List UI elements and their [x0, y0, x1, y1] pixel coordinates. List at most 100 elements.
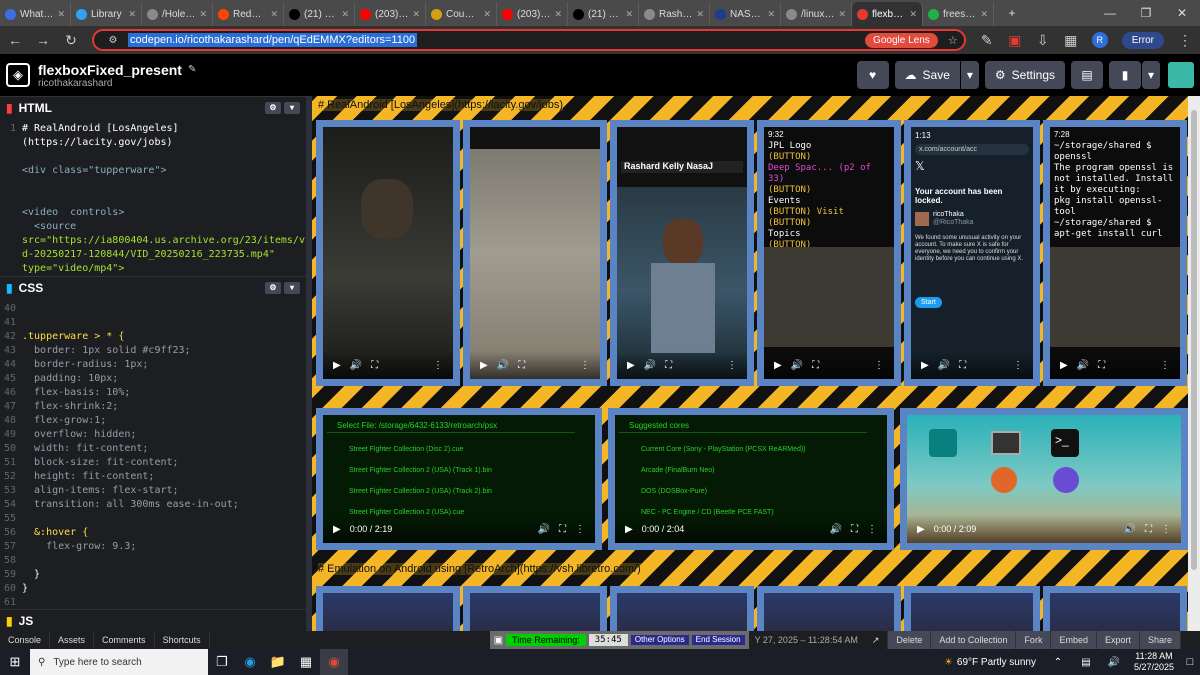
- fullscreen-icon[interactable]: ⛶: [518, 360, 525, 371]
- video-player[interactable]: ▶ 🔊 ⛶ ⋮: [463, 120, 607, 386]
- restore-icon[interactable]: ❐: [1128, 0, 1164, 26]
- video-player[interactable]: Suggested cores Current Core (Sony - Pla…: [608, 408, 894, 550]
- browser-tab[interactable]: (203) Lea✕: [355, 2, 426, 26]
- video-player[interactable]: 9:32 JPL Logo (BUTTON) Deep Spac... (p2 of…: [757, 120, 901, 386]
- network-icon[interactable]: ▤: [1072, 649, 1100, 675]
- volume-icon[interactable]: 🔊: [350, 360, 362, 371]
- fullscreen-icon[interactable]: ⛶: [371, 360, 378, 371]
- console-button[interactable]: Console: [0, 631, 51, 649]
- js-editor-title[interactable]: JS: [19, 614, 34, 628]
- fullscreen-icon[interactable]: ⛶: [559, 524, 566, 535]
- editor-settings-icon[interactable]: ⚙: [265, 281, 281, 294]
- layout-icon[interactable]: ▤: [1071, 61, 1103, 89]
- video-player[interactable]: [904, 586, 1040, 631]
- tab-close-icon[interactable]: ✕: [199, 9, 207, 20]
- embed-button[interactable]: Embed: [1051, 631, 1097, 649]
- error-button[interactable]: Error: [1121, 31, 1164, 49]
- tab-close-icon[interactable]: ✕: [270, 9, 278, 20]
- video-player[interactable]: [610, 586, 754, 631]
- windows-start-icon[interactable]: ⊞: [0, 649, 30, 675]
- add-to-collection-button[interactable]: Add to Collection: [931, 631, 1017, 649]
- downloads-icon[interactable]: ⇩: [1036, 32, 1050, 49]
- html-code-area[interactable]: 1 # RealAndroid [LosAngeles] (https://laci…: [0, 118, 306, 276]
- video-player[interactable]: [1043, 586, 1187, 631]
- minimize-icon[interactable]: —: [1092, 0, 1128, 26]
- tab-close-icon[interactable]: ✕: [483, 9, 491, 20]
- browser-tab[interactable]: Rashard✕: [639, 2, 710, 26]
- screen-capture-icon[interactable]: ▣: [1008, 32, 1022, 49]
- volume-icon[interactable]: 🔊: [1124, 524, 1136, 535]
- video-player[interactable]: 7:28 ~/storage/shared $ openssl The progr…: [1043, 120, 1187, 386]
- css-editor-title[interactable]: CSS: [19, 281, 44, 295]
- volume-icon[interactable]: 🔊: [830, 524, 842, 535]
- more-options-icon[interactable]: ⋮: [874, 360, 884, 371]
- tab-close-icon[interactable]: ✕: [838, 9, 846, 20]
- open-external-icon[interactable]: ↗: [864, 631, 889, 649]
- close-window-icon[interactable]: ✕: [1164, 0, 1200, 26]
- play-icon[interactable]: ▶: [1060, 360, 1068, 371]
- browser-tab[interactable]: Council a✕: [426, 2, 497, 26]
- more-options-icon[interactable]: ⋮: [580, 360, 590, 371]
- end-session-button[interactable]: End Session: [691, 635, 745, 645]
- sidebar-icon[interactable]: ▦: [1064, 32, 1078, 49]
- reload-icon[interactable]: ↻: [64, 32, 78, 49]
- pen-author[interactable]: ricothakarashard: [38, 78, 196, 89]
- other-options-button[interactable]: Other Options: [630, 635, 689, 645]
- play-icon[interactable]: ▶: [333, 524, 341, 535]
- volume-icon[interactable]: 🔊: [538, 524, 550, 535]
- volume-icon[interactable]: 🔊: [1100, 649, 1128, 675]
- browser-tab[interactable]: (21) Bubl✕: [568, 2, 639, 26]
- save-dropdown-icon[interactable]: ▾: [960, 61, 979, 89]
- url-field[interactable]: ⚙ codepen.io/ricothakarashard/pen/qEdEMM…: [92, 29, 966, 51]
- video-player[interactable]: [316, 586, 460, 631]
- tab-close-icon[interactable]: ✕: [980, 9, 988, 20]
- delete-button[interactable]: Delete: [888, 631, 932, 649]
- back-icon[interactable]: ←: [8, 32, 22, 48]
- new-tab-button[interactable]: +: [994, 0, 1030, 26]
- play-icon[interactable]: ▶: [921, 360, 929, 371]
- fullscreen-icon[interactable]: ⛶: [1098, 360, 1105, 371]
- taskbar-clock[interactable]: 11:28 AM 5/27/2025: [1128, 651, 1180, 673]
- more-options-icon[interactable]: ⋮: [867, 524, 877, 535]
- more-options-icon[interactable]: ⋮: [433, 360, 443, 371]
- play-icon[interactable]: ▶: [480, 360, 488, 371]
- tab-close-icon[interactable]: ✕: [625, 9, 633, 20]
- shortcuts-button[interactable]: Shortcuts: [155, 631, 210, 649]
- tray-chevron-icon[interactable]: ⌃: [1044, 649, 1072, 675]
- share-button[interactable]: Share: [1139, 631, 1182, 649]
- preview-scrollbar[interactable]: [1188, 96, 1200, 631]
- css-code-area[interactable]: 40 41 42 .tupperware > * {43 border: 1px so…: [0, 298, 306, 609]
- volume-icon[interactable]: 🔊: [791, 360, 803, 371]
- more-options-icon[interactable]: ⋮: [575, 524, 585, 535]
- fullscreen-icon[interactable]: ⛶: [959, 360, 966, 371]
- more-options-icon[interactable]: ⋮: [1160, 360, 1170, 371]
- save-button[interactable]: ☁ Save: [894, 61, 960, 89]
- tab-close-icon[interactable]: ✕: [696, 9, 704, 20]
- start-button[interactable]: Start: [915, 297, 942, 308]
- browser-tab[interactable]: NASA W✕: [710, 2, 781, 26]
- file-explorer-icon[interactable]: 📁: [264, 649, 292, 675]
- browser-tab[interactable]: /HoleTo ✕: [142, 2, 213, 26]
- more-options-icon[interactable]: ⋮: [1161, 524, 1171, 535]
- play-icon[interactable]: ▶: [625, 524, 633, 535]
- task-view-icon[interactable]: ❐: [208, 649, 236, 675]
- video-player[interactable]: Select File: /storage/6432-6133/retroarc…: [316, 408, 602, 550]
- store-icon[interactable]: ▦: [292, 649, 320, 675]
- play-icon[interactable]: ▶: [627, 360, 635, 371]
- browser-tab[interactable]: Library ✕: [71, 2, 142, 26]
- tab-close-icon[interactable]: ✕: [554, 9, 562, 20]
- notifications-icon[interactable]: □: [1180, 649, 1200, 675]
- collapse-icon[interactable]: ▾: [284, 281, 300, 294]
- comments-button[interactable]: Comments: [94, 631, 155, 649]
- volume-icon[interactable]: 🔊: [497, 360, 509, 371]
- google-lens-button[interactable]: Google Lens: [865, 32, 938, 48]
- assets-button[interactable]: Assets: [50, 631, 95, 649]
- fullscreen-icon[interactable]: ⛶: [851, 524, 858, 535]
- more-options-icon[interactable]: ⋮: [727, 360, 737, 371]
- video-player[interactable]: [463, 586, 607, 631]
- html-editor-title[interactable]: HTML: [19, 101, 52, 115]
- more-options-icon[interactable]: ⋮: [1013, 360, 1023, 371]
- bookmark-dropdown-icon[interactable]: ▾: [1142, 61, 1160, 89]
- volume-icon[interactable]: 🔊: [1077, 360, 1089, 371]
- fork-button[interactable]: Fork: [1016, 631, 1052, 649]
